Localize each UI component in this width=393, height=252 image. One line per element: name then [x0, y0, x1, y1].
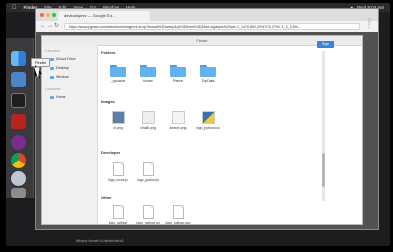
folder-item[interactable]: funder: [135, 65, 161, 83]
folder-icon: [200, 65, 216, 77]
folder-icon: [50, 57, 54, 61]
github-icon[interactable]: [11, 135, 26, 150]
file-item[interactable]: logo_icons.js: [105, 162, 131, 182]
desktop-screen:  Finder File Edit View Go Window Help ●…: [6, 3, 390, 246]
section-title-other: Other: [101, 195, 112, 200]
url-field[interactable]: https://www.jigsaw.com/transform/image/v…: [64, 23, 360, 30]
browser-tab[interactable]: devtoolsprev — Google Ed...: [58, 11, 150, 21]
file-label: logo_python.js: [137, 178, 159, 182]
folder-icon: [50, 66, 54, 70]
script-icon[interactable]: [11, 171, 26, 186]
chrome-icon[interactable]: [11, 153, 26, 168]
file-label: logo_icons.js: [108, 178, 128, 182]
sidebar-item-label: Desktop: [56, 66, 70, 70]
smile-icon[interactable]: [11, 72, 26, 87]
section-title-folders: Folders: [101, 50, 116, 55]
dialog-sidebar: Favorites iCloud Drive Desktop Window Lo…: [42, 45, 98, 224]
file-item[interactable]: logo_python: [105, 205, 131, 225]
image-thumbnail: [141, 111, 155, 124]
close-window-icon[interactable]: [40, 13, 44, 17]
sidebar-item-label: iCloud Drive: [56, 57, 76, 61]
file-item[interactable]: logo_python.svg: [165, 205, 191, 225]
file-item[interactable]: logo_python.js: [135, 162, 161, 182]
document-icon: [112, 162, 124, 176]
filezilla-icon[interactable]: [11, 114, 26, 129]
file-label: logo_python.ico: [196, 126, 220, 130]
status-url-text: Mtrp/o.focrm\.il.devtools\v1: [76, 238, 124, 243]
dock-tooltip: Finder: [31, 58, 51, 67]
sign-in-button[interactable]: Sign: [317, 41, 334, 48]
file-label: ol.png: [113, 126, 123, 130]
file-label: search.png: [169, 126, 187, 130]
sidebar-item-label: Home: [56, 95, 66, 99]
folder-icon: [170, 65, 186, 77]
scrollbar-thumb[interactable]: [322, 153, 325, 187]
zoom-window-icon[interactable]: [52, 13, 56, 17]
document-icon: [142, 205, 154, 219]
image-item[interactable]: search.png: [165, 111, 191, 130]
document-icon: [142, 162, 154, 176]
document-icon: [172, 205, 184, 219]
folder-icon: [50, 75, 54, 79]
folder-icon: [110, 65, 126, 77]
folder-item[interactable]: Pitetric: [165, 65, 191, 83]
home-icon: [50, 95, 54, 99]
image-item[interactable]: logo_python.ico: [195, 111, 221, 130]
reload-icon[interactable]: ↻: [54, 23, 59, 30]
minimize-window-icon[interactable]: [46, 13, 50, 17]
menu-dots-icon[interactable]: ⋮: [366, 23, 372, 30]
file-label: Pitetric: [172, 79, 184, 83]
image-thumbnail: [111, 111, 125, 124]
python-logo-icon: [201, 111, 215, 124]
dock: [6, 38, 34, 198]
sidebar-item-label: Window: [56, 75, 69, 79]
file-item[interactable]: logo_python.vg: [135, 205, 161, 225]
folder-icon: [140, 65, 156, 77]
folder-item[interactable]: _pycache: [105, 65, 131, 83]
sidebar-heading-favorites: Favorites: [45, 49, 60, 53]
section-title-developer: Developer: [101, 150, 121, 155]
document-icon: [112, 205, 124, 219]
file-label: TopData: [201, 79, 215, 83]
file-label: funder: [143, 79, 153, 83]
sidebar-item-desktop[interactable]: Desktop: [50, 66, 69, 70]
file-label: logo_python.svg: [165, 221, 191, 225]
file-picker-dialog: Finder Favorites iCloud Drive Desktop Wi…: [41, 35, 363, 225]
file-label: _pycache: [110, 79, 126, 83]
file-label: logo_python.vg: [136, 221, 160, 225]
section-title-images: Images: [101, 99, 115, 104]
trash-icon[interactable]: [11, 188, 26, 198]
sidebar-item-home[interactable]: Home: [50, 95, 66, 99]
sidebar-item-window[interactable]: Window: [50, 75, 69, 79]
terminal-icon[interactable]: [11, 93, 26, 108]
sidebar-heading-locations: Locations: [45, 87, 61, 91]
file-label: logo_python: [108, 221, 128, 225]
file-label: cmaIII.png: [140, 126, 156, 130]
sidebar-item-icloud[interactable]: iCloud Drive: [50, 57, 76, 61]
image-thumbnail: [171, 111, 185, 124]
gear-icon[interactable]: ⚙: [367, 17, 372, 24]
folder-item[interactable]: TopData: [195, 65, 221, 83]
page-content: Finder Favorites iCloud Drive Desktop Wi…: [36, 32, 378, 229]
image-item[interactable]: cmaIII.png: [135, 111, 161, 130]
image-item[interactable]: ol.png: [105, 111, 131, 130]
back-icon[interactable]: ←: [40, 23, 46, 30]
apple-icon[interactable]: : [12, 5, 17, 11]
finder-icon[interactable]: [11, 51, 26, 66]
forward-icon[interactable]: →: [47, 23, 53, 30]
